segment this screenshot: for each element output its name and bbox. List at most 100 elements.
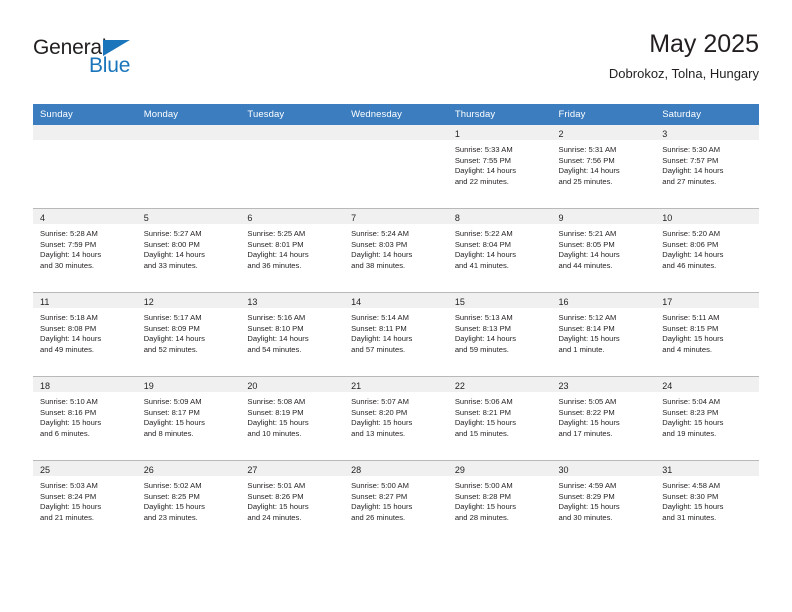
- day-details: Sunrise: 5:30 AM Sunset: 7:57 PM Daylight:…: [655, 140, 759, 187]
- day-number: 22: [447, 377, 552, 392]
- calendar-day-cell[interactable]: 21 Sunrise: 5:07 AM Sunset: 8:20 PM Dayligh…: [344, 376, 448, 461]
- day-number: 11: [33, 293, 137, 308]
- calendar-day-cell[interactable]: 1 Sunrise: 5:33 AM Sunset: 7:55 PM Daylight…: [447, 125, 552, 209]
- day-details: Sunrise: 5:12 AM Sunset: 8:14 PM Daylight:…: [552, 308, 656, 355]
- calendar-day-cell[interactable]: 8 Sunrise: 5:22 AM Sunset: 8:04 PM Daylight…: [447, 208, 552, 293]
- day-details: Sunrise: 5:08 AM Sunset: 8:19 PM Daylight:…: [240, 392, 344, 439]
- calendar-day-cell[interactable]: 6 Sunrise: 5:25 AM Sunset: 8:01 PM Daylight…: [240, 208, 345, 293]
- sunrise-time: Sunrise: 5:31 AM: [558, 145, 617, 154]
- sunrise-time: Sunrise: 5:02 AM: [143, 481, 202, 490]
- day-number: 30: [551, 461, 656, 476]
- calendar-day-cell-empty: [344, 125, 448, 209]
- sunset-time: Sunset: 8:04 PM: [454, 239, 511, 249]
- day-details: Sunrise: 5:27 AM Sunset: 8:00 PM Daylight:…: [137, 224, 241, 271]
- calendar-day-cell[interactable]: 2 Sunrise: 5:31 AM Sunset: 7:56 PM Daylight…: [551, 125, 656, 209]
- daylight-duration-line2: and 24 minutes.: [247, 512, 302, 522]
- sunset-time: Sunset: 8:01 PM: [247, 239, 304, 249]
- day-number: 5: [136, 209, 241, 224]
- daylight-duration-line2: and 17 minutes.: [558, 428, 613, 438]
- day-details: Sunrise: 5:03 AM Sunset: 8:24 PM Daylight:…: [33, 476, 137, 523]
- calendar-day-cell[interactable]: 3 Sunrise: 5:30 AM Sunset: 7:57 PM Daylight…: [655, 125, 759, 209]
- day-details: Sunrise: 4:59 AM Sunset: 8:29 PM Daylight:…: [552, 476, 656, 523]
- calendar-day-cell[interactable]: 15 Sunrise: 5:13 AM Sunset: 8:13 PM Dayligh…: [447, 292, 552, 377]
- daylight-duration-line1: Daylight: 15 hours: [247, 418, 309, 428]
- sunrise-time: Sunrise: 5:00 AM: [454, 481, 513, 490]
- calendar-day-cell[interactable]: 30 Sunrise: 4:59 AM Sunset: 8:29 PM Dayligh…: [551, 460, 656, 544]
- calendar-day-cell[interactable]: 29 Sunrise: 5:00 AM Sunset: 8:28 PM Dayligh…: [447, 460, 552, 544]
- calendar-day-cell[interactable]: 17 Sunrise: 5:11 AM Sunset: 8:15 PM Dayligh…: [655, 292, 759, 377]
- day-number: 8: [447, 209, 552, 224]
- daylight-duration-line2: and 30 minutes.: [40, 260, 95, 270]
- daylight-duration-line1: Daylight: 14 hours: [40, 334, 102, 344]
- sunrise-time: Sunrise: 4:58 AM: [662, 481, 721, 490]
- daylight-duration-line2: and 49 minutes.: [40, 344, 95, 354]
- sunset-time: Sunset: 8:16 PM: [40, 407, 97, 417]
- calendar-day-cell[interactable]: 13 Sunrise: 5:16 AM Sunset: 8:10 PM Dayligh…: [240, 292, 345, 377]
- sunset-time: Sunset: 8:23 PM: [662, 407, 719, 417]
- sunset-time: Sunset: 8:08 PM: [40, 323, 97, 333]
- calendar-day-cell[interactable]: 9 Sunrise: 5:21 AM Sunset: 8:05 PM Daylight…: [551, 208, 656, 293]
- generalblue-logo[interactable]: General Blue: [33, 36, 213, 84]
- day-details: Sunrise: 5:00 AM Sunset: 8:28 PM Daylight:…: [448, 476, 552, 523]
- sunrise-time: Sunrise: 5:07 AM: [351, 397, 409, 406]
- calendar-day-cell[interactable]: 31 Sunrise: 4:58 AM Sunset: 8:30 PM Dayligh…: [655, 460, 759, 544]
- sunrise-time: Sunrise: 5:04 AM: [662, 397, 721, 406]
- sunset-time: Sunset: 7:57 PM: [662, 155, 719, 165]
- calendar-day-cell[interactable]: 10 Sunrise: 5:20 AM Sunset: 8:06 PM Dayligh…: [655, 208, 759, 293]
- sunset-time: Sunset: 8:25 PM: [143, 491, 200, 501]
- day-number: 10: [655, 209, 759, 224]
- day-number: [33, 125, 137, 140]
- calendar-day-cell[interactable]: 20 Sunrise: 5:08 AM Sunset: 8:19 PM Dayligh…: [240, 376, 345, 461]
- calendar-day-cell[interactable]: 18 Sunrise: 5:10 AM Sunset: 8:16 PM Dayligh…: [33, 376, 137, 461]
- daylight-duration-line2: and 25 minutes.: [558, 176, 613, 186]
- day-details: Sunrise: 5:28 AM Sunset: 7:59 PM Daylight:…: [33, 224, 137, 271]
- calendar-day-cell[interactable]: 26 Sunrise: 5:02 AM Sunset: 8:25 PM Dayligh…: [136, 460, 241, 544]
- daylight-duration-line1: Daylight: 15 hours: [558, 502, 620, 512]
- calendar-day-cell[interactable]: 25 Sunrise: 5:03 AM Sunset: 8:24 PM Dayligh…: [33, 460, 137, 544]
- day-details: Sunrise: 5:06 AM Sunset: 8:21 PM Daylight:…: [448, 392, 552, 439]
- calendar-day-cell[interactable]: 27 Sunrise: 5:01 AM Sunset: 8:26 PM Dayligh…: [240, 460, 345, 544]
- calendar-week-row: 18 Sunrise: 5:10 AM Sunset: 8:16 PM Dayligh…: [33, 376, 759, 461]
- calendar-day-cell[interactable]: 28 Sunrise: 5:00 AM Sunset: 8:27 PM Dayligh…: [344, 460, 448, 544]
- calendar-week-row: 4 Sunrise: 5:28 AM Sunset: 7:59 PM Daylight…: [33, 208, 759, 293]
- day-details: Sunrise: 5:31 AM Sunset: 7:56 PM Daylight:…: [552, 140, 656, 187]
- sunrise-time: Sunrise: 5:08 AM: [247, 397, 306, 406]
- day-number: 13: [240, 293, 345, 308]
- daylight-duration-line1: Daylight: 14 hours: [40, 250, 102, 260]
- calendar-day-cell[interactable]: 5 Sunrise: 5:27 AM Sunset: 8:00 PM Daylight…: [136, 208, 241, 293]
- sunset-time: Sunset: 7:55 PM: [454, 155, 511, 165]
- day-number: 14: [344, 293, 448, 308]
- daylight-duration-line2: and 19 minutes.: [662, 428, 717, 438]
- calendar-day-cell[interactable]: 7 Sunrise: 5:24 AM Sunset: 8:03 PM Daylight…: [344, 208, 448, 293]
- calendar-day-cell[interactable]: 23 Sunrise: 5:05 AM Sunset: 8:22 PM Dayligh…: [551, 376, 656, 461]
- daylight-duration-line2: and 38 minutes.: [351, 260, 406, 270]
- calendar-day-cell-empty: [136, 125, 241, 209]
- daylight-duration-line1: Daylight: 14 hours: [558, 250, 620, 260]
- calendar-day-cell[interactable]: 24 Sunrise: 5:04 AM Sunset: 8:23 PM Dayligh…: [655, 376, 759, 461]
- calendar-day-cell[interactable]: 14 Sunrise: 5:14 AM Sunset: 8:11 PM Dayligh…: [344, 292, 448, 377]
- day-number: [240, 125, 345, 140]
- sunset-time: Sunset: 8:09 PM: [143, 323, 200, 333]
- calendar-day-cell[interactable]: 22 Sunrise: 5:06 AM Sunset: 8:21 PM Dayligh…: [447, 376, 552, 461]
- day-number: 29: [447, 461, 552, 476]
- sunrise-time: Sunrise: 5:00 AM: [351, 481, 409, 490]
- calendar-day-cell[interactable]: 11 Sunrise: 5:18 AM Sunset: 8:08 PM Dayligh…: [33, 292, 137, 377]
- calendar-day-cell[interactable]: 19 Sunrise: 5:09 AM Sunset: 8:17 PM Dayligh…: [136, 376, 241, 461]
- daylight-duration-line1: Daylight: 15 hours: [558, 418, 620, 428]
- day-details: Sunrise: 5:02 AM Sunset: 8:25 PM Daylight:…: [137, 476, 241, 523]
- day-details: Sunrise: 5:04 AM Sunset: 8:23 PM Daylight:…: [655, 392, 759, 439]
- daylight-duration-line2: and 1 minute.: [558, 344, 605, 354]
- calendar-day-cell[interactable]: 4 Sunrise: 5:28 AM Sunset: 7:59 PM Daylight…: [33, 208, 137, 293]
- page-subtitle: Dobrokoz, Tolna, Hungary: [608, 66, 759, 81]
- sunset-time: Sunset: 8:30 PM: [662, 491, 719, 501]
- day-number: [344, 125, 448, 140]
- day-details: Sunrise: 5:18 AM Sunset: 8:08 PM Daylight:…: [33, 308, 137, 355]
- calendar-day-cell[interactable]: 12 Sunrise: 5:17 AM Sunset: 8:09 PM Dayligh…: [136, 292, 241, 377]
- day-number: 1: [447, 125, 552, 140]
- daylight-duration-line1: Daylight: 14 hours: [143, 334, 205, 344]
- calendar-day-cell[interactable]: 16 Sunrise: 5:12 AM Sunset: 8:14 PM Dayligh…: [551, 292, 656, 377]
- sunset-time: Sunset: 8:14 PM: [558, 323, 615, 333]
- day-details: Sunrise: 5:05 AM Sunset: 8:22 PM Daylight:…: [552, 392, 656, 439]
- day-details: Sunrise: 5:25 AM Sunset: 8:01 PM Daylight:…: [240, 224, 344, 271]
- day-number: 31: [655, 461, 759, 476]
